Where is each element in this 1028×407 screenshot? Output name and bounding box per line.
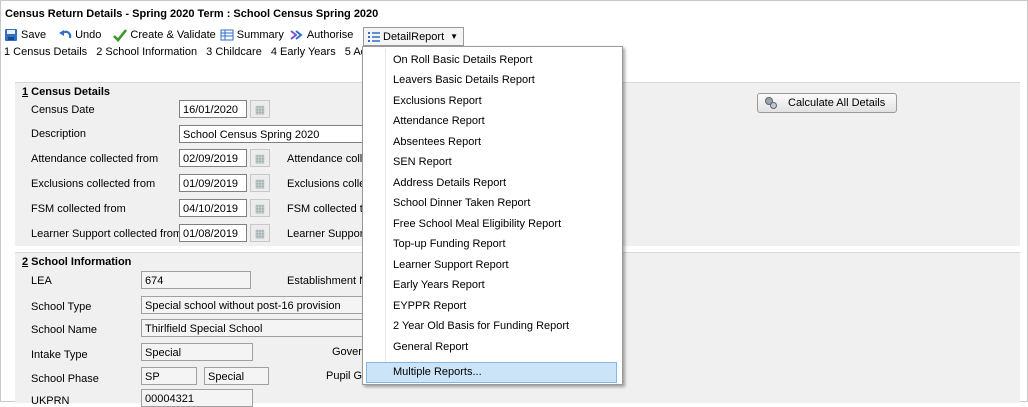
tab-childcare[interactable]: 3 Childcare bbox=[206, 46, 262, 58]
undo-button[interactable]: Undo bbox=[58, 28, 101, 42]
calculate-icon bbox=[764, 96, 778, 110]
lea-label: LEA bbox=[31, 275, 52, 287]
tab-census-details[interactable]: 1 Census Details bbox=[4, 46, 87, 58]
calculate-all-details-button[interactable]: Calculate All Details bbox=[757, 93, 897, 113]
window-title: Census Return Details - Spring 2020 Term… bbox=[5, 8, 379, 20]
calculate-all-details-label: Calculate All Details bbox=[788, 97, 886, 109]
attendance-from-calendar-button[interactable]: ▦ bbox=[250, 149, 270, 167]
lea-field: 674 bbox=[141, 271, 251, 289]
calendar-icon: ▦ bbox=[254, 152, 266, 165]
learner-support-from-field[interactable]: 01/08/2019 bbox=[179, 224, 247, 242]
exclusions-from-field[interactable]: 01/09/2019 bbox=[179, 174, 247, 192]
detail-report-label: DetailReport bbox=[383, 30, 445, 43]
authorise-icon bbox=[290, 28, 304, 42]
menu-item-leavers-basic-details[interactable]: Leavers Basic Details Report bbox=[393, 74, 535, 86]
checkmark-icon bbox=[113, 28, 128, 42]
intake-type-label: Intake Type bbox=[31, 349, 88, 361]
authorise-label: Authorise bbox=[306, 29, 354, 41]
school-information-heading: 2 School Information bbox=[22, 256, 131, 268]
menu-item-absentees[interactable]: Absentees Report bbox=[393, 136, 481, 148]
menu-item-sen[interactable]: SEN Report bbox=[393, 156, 452, 168]
description-label: Description bbox=[31, 128, 87, 140]
menu-item-general[interactable]: General Report bbox=[393, 341, 468, 353]
create-validate-button[interactable]: Create & Validate bbox=[113, 28, 216, 42]
school-name-field: Thirlfield Special School bbox=[141, 319, 365, 337]
school-type-field: Special school without post-16 provision bbox=[141, 296, 365, 314]
floppy-disk-icon bbox=[4, 28, 18, 42]
fsm-from-calendar-button[interactable]: ▦ bbox=[250, 199, 270, 217]
menu-item-early-years[interactable]: Early Years Report bbox=[393, 279, 485, 291]
ukprn-label: UKPRN bbox=[31, 395, 70, 407]
establishment-label: Establishment N bbox=[287, 275, 368, 287]
menu-item-school-dinner-taken[interactable]: School Dinner Taken Report bbox=[393, 197, 530, 209]
learner-support-from-label: Learner Support collected from bbox=[31, 228, 183, 240]
save-label: Save bbox=[21, 29, 47, 41]
authorise-button[interactable]: Authorise bbox=[290, 28, 353, 42]
list-icon bbox=[367, 30, 381, 44]
census-details-heading-text: Census Details bbox=[28, 86, 111, 98]
learner-support-from-calendar-button[interactable]: ▦ bbox=[250, 224, 270, 242]
fsm-from-field[interactable]: 04/10/2019 bbox=[179, 199, 247, 217]
census-date-calendar-button[interactable]: ▦ bbox=[250, 100, 270, 118]
census-details-heading: 1 Census Details bbox=[22, 86, 110, 98]
detail-report-menu: On Roll Basic Details Report Leavers Bas… bbox=[362, 46, 623, 385]
intake-type-field: Special bbox=[141, 343, 253, 361]
menu-item-learner-support[interactable]: Learner Support Report bbox=[393, 259, 509, 271]
fsm-from-label: FSM collected from bbox=[31, 203, 126, 215]
fsm-to-label: FSM collected to bbox=[287, 203, 369, 215]
undo-label: Undo bbox=[75, 29, 102, 41]
attendance-from-field[interactable]: 02/09/2019 bbox=[179, 149, 247, 167]
exclusions-from-label: Exclusions collected from bbox=[31, 178, 156, 190]
grid-icon bbox=[220, 28, 234, 42]
summary-button[interactable]: Summary bbox=[220, 28, 284, 42]
calendar-icon: ▦ bbox=[254, 177, 266, 190]
toolbar: Save Undo Create & Validate Summary Auth… bbox=[0, 26, 353, 44]
create-validate-label: Create & Validate bbox=[130, 29, 216, 41]
calendar-icon: ▦ bbox=[254, 103, 266, 116]
menu-item-eyppr[interactable]: EYPPR Report bbox=[393, 300, 466, 312]
school-name-label: School Name bbox=[31, 324, 98, 336]
menu-item-multiple-reports[interactable]: Multiple Reports... bbox=[393, 366, 482, 378]
exclusions-to-label: Exclusions colle bbox=[287, 178, 366, 190]
school-type-label: School Type bbox=[31, 301, 92, 313]
learner-support-to-label: Learner Support bbox=[287, 228, 367, 240]
school-phase-field: Special bbox=[204, 367, 269, 385]
attendance-from-label: Attendance collected from bbox=[31, 153, 159, 165]
school-information-heading-text: School Information bbox=[28, 256, 132, 268]
summary-label: Summary bbox=[236, 29, 284, 41]
calendar-icon: ▦ bbox=[254, 202, 266, 215]
calendar-icon: ▦ bbox=[254, 227, 266, 240]
detail-report-button[interactable]: DetailReport ▼ bbox=[363, 27, 464, 46]
menu-item-free-school-meal-eligibility[interactable]: Free School Meal Eligibility Report bbox=[393, 218, 561, 230]
school-phase-label: School Phase bbox=[31, 373, 99, 385]
description-field[interactable]: School Census Spring 2020 bbox=[179, 125, 365, 143]
undo-icon bbox=[58, 28, 72, 42]
menu-gutter bbox=[385, 49, 386, 382]
menu-item-on-roll-basic-details[interactable]: On Roll Basic Details Report bbox=[393, 54, 532, 66]
menu-item-attendance[interactable]: Attendance Report bbox=[393, 115, 485, 127]
ukprn-field: 00004321 bbox=[141, 389, 253, 407]
tab-school-information[interactable]: 2 School Information bbox=[96, 46, 197, 58]
governance-label: Gover bbox=[332, 346, 362, 358]
menu-item-exclusions[interactable]: Exclusions Report bbox=[393, 95, 482, 107]
tab-early-years[interactable]: 4 Early Years bbox=[271, 46, 336, 58]
exclusions-from-calendar-button[interactable]: ▦ bbox=[250, 174, 270, 192]
menu-item-address-details[interactable]: Address Details Report bbox=[393, 177, 506, 189]
census-date-label: Census Date bbox=[31, 104, 95, 116]
chevron-down-icon: ▼ bbox=[450, 32, 459, 41]
menu-item-2-year-old-basis-for-funding[interactable]: 2 Year Old Basis for Funding Report bbox=[393, 320, 569, 332]
census-date-field[interactable]: 16/01/2020 bbox=[179, 100, 247, 118]
section-tabs: 1 Census Details 2 School Information 3 … bbox=[4, 46, 373, 58]
school-phase-code-field: SP bbox=[141, 367, 197, 385]
save-button[interactable]: Save bbox=[4, 28, 46, 42]
attendance-to-label: Attendance colle bbox=[287, 153, 369, 165]
menu-item-top-up-funding[interactable]: Top-up Funding Report bbox=[393, 238, 506, 250]
